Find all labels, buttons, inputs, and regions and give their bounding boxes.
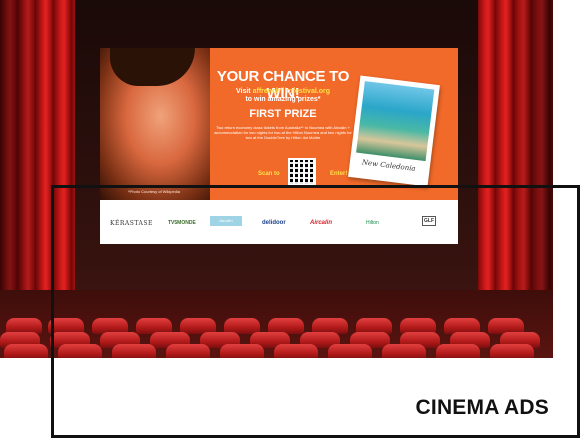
scan-label: Scan to xyxy=(258,171,280,177)
polaroid-photo: New Caledonia xyxy=(348,75,440,187)
visit-suffix: to win amazing prizes* xyxy=(245,96,321,103)
first-prize-heading: FIRST PRIZE xyxy=(249,108,317,120)
festival-url: affrenchfilmfestival.org xyxy=(252,88,331,95)
prize-description: Two return economy class tickets from Au… xyxy=(214,125,352,140)
polaroid-caption: New Caledonia xyxy=(361,158,417,173)
ad-banner: *Photo Courtesy of Wikipedia YOUR CHANCE… xyxy=(100,48,458,200)
section-title: CINEMA ADS xyxy=(415,396,549,419)
visit-prefix: Visit xyxy=(235,88,253,95)
ad-visit-text: Visit affrenchfilmfestival.org to win am… xyxy=(208,88,358,104)
island-resort-image xyxy=(356,81,435,162)
seat xyxy=(4,344,48,358)
enter-label: Enter! xyxy=(330,171,348,177)
qr-code-icon xyxy=(288,158,316,186)
